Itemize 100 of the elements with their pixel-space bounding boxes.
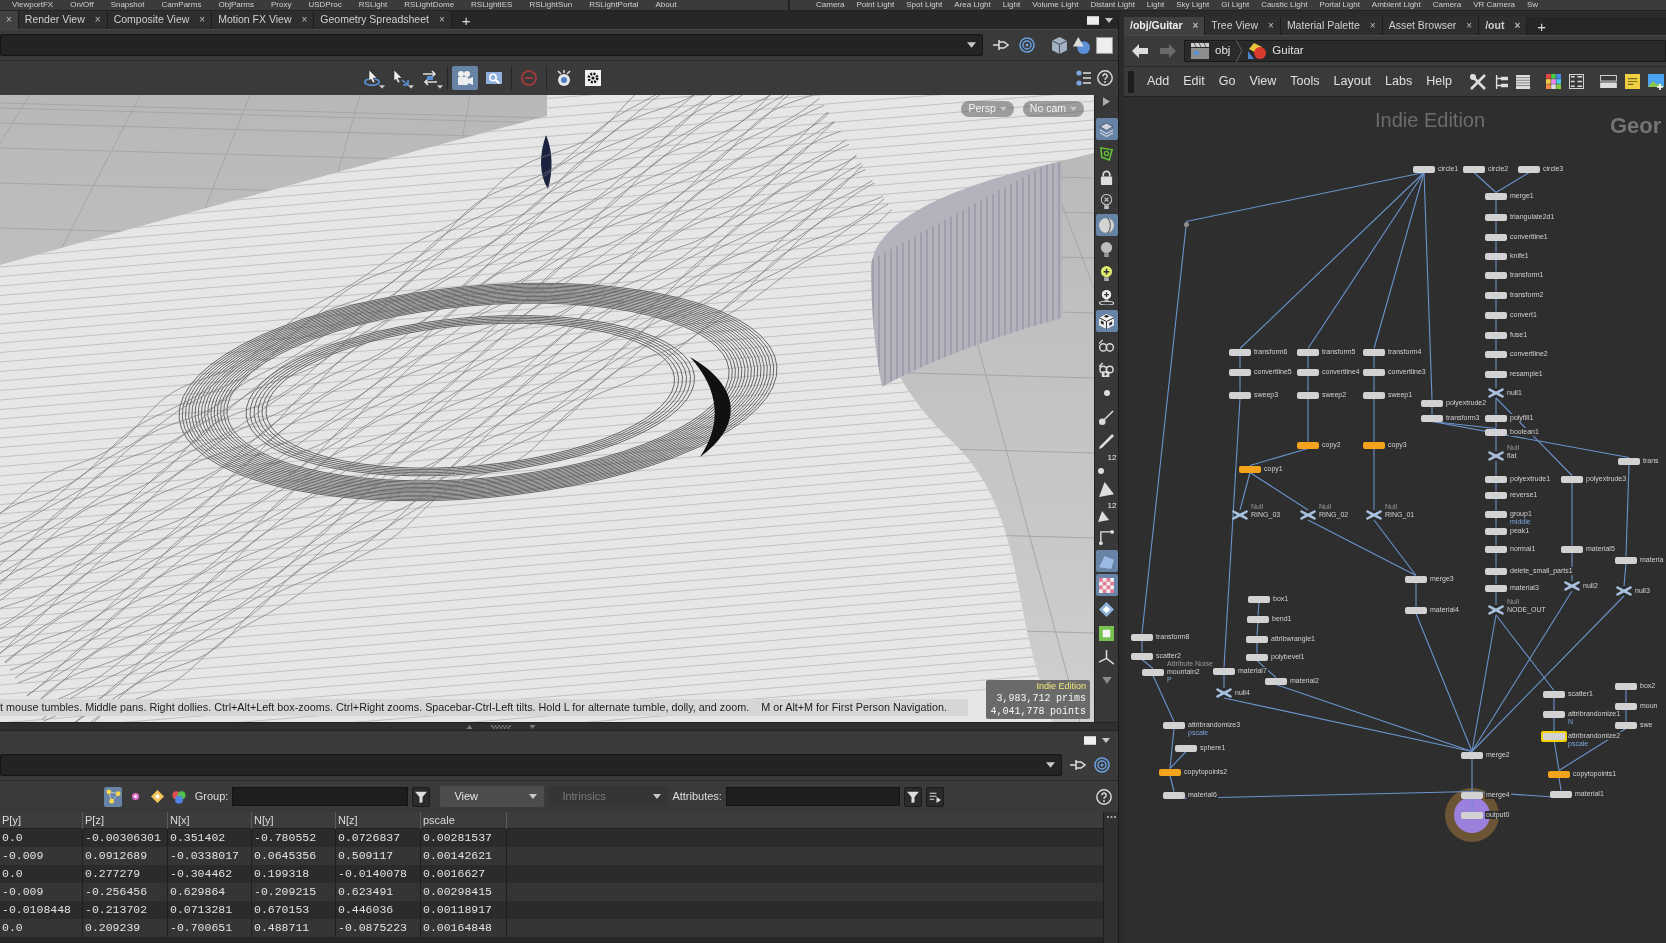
network-node[interactable] <box>1421 414 1443 422</box>
network-node[interactable] <box>1485 271 1507 279</box>
null-node[interactable] <box>1564 581 1580 591</box>
image-icon[interactable] <box>1647 73 1664 90</box>
network-node[interactable] <box>1405 575 1427 583</box>
network-node[interactable] <box>1485 350 1507 358</box>
add-tab-button[interactable]: + <box>461 12 471 28</box>
network-node[interactable] <box>1485 545 1507 553</box>
menu-item[interactable]: Add <box>1140 72 1177 91</box>
shelf-tool[interactable]: Camera <box>816 0 845 10</box>
help-icon[interactable] <box>1096 788 1112 805</box>
cube-icon[interactable] <box>1050 36 1068 54</box>
shelf-tool[interactable]: Volume Light <box>1032 0 1079 10</box>
tab[interactable]: Material Palette × <box>1280 17 1383 35</box>
network-node[interactable] <box>1615 702 1637 710</box>
shelf-tool[interactable]: RSLightIES <box>471 0 513 10</box>
shelf-tool[interactable]: Snapshot <box>110 0 145 10</box>
breadcrumb[interactable]: Guitar <box>1248 42 1304 60</box>
network-node[interactable] <box>1615 721 1637 729</box>
close-tab-button[interactable]: × <box>1466 21 1473 31</box>
pin-icon[interactable] <box>993 37 1009 53</box>
element-type-button[interactable] <box>104 786 122 807</box>
network-node[interactable] <box>1463 165 1485 173</box>
network-node[interactable] <box>1247 615 1269 623</box>
network-node[interactable] <box>1548 770 1570 778</box>
tab[interactable]: × <box>0 11 19 29</box>
tab[interactable]: Render View × <box>18 11 108 29</box>
network-node[interactable] <box>1518 165 1540 173</box>
shelf-tool[interactable]: RSLightDome <box>404 0 455 10</box>
close-tab-button[interactable]: × <box>1268 21 1274 31</box>
network-node[interactable] <box>1485 414 1507 422</box>
square-icon[interactable] <box>1095 36 1113 54</box>
caret-icon[interactable] <box>1102 738 1110 743</box>
shelf-tool[interactable]: Point Light <box>856 0 895 10</box>
shelf-tool[interactable]: Proxy <box>271 0 292 10</box>
network-node[interactable] <box>1485 491 1507 499</box>
attributes-field[interactable] <box>725 787 900 806</box>
network-node[interactable] <box>1485 527 1507 535</box>
network-node[interactable] <box>1615 556 1637 564</box>
null-node[interactable] <box>1616 586 1632 596</box>
view-tool-button[interactable] <box>1095 214 1118 236</box>
network-node[interactable] <box>1485 567 1507 575</box>
caret-icon[interactable] <box>1046 762 1055 768</box>
table-row[interactable]: -0.0108448 -0.213702 0.0713281 0.670153 0.446036 0.00118917 <box>0 901 1103 919</box>
network-node[interactable] <box>1461 751 1483 759</box>
view-tool-button[interactable] <box>1095 574 1118 596</box>
help-icon[interactable] <box>1096 70 1113 86</box>
shelf-tool[interactable]: Spot Light <box>906 0 943 10</box>
network-node[interactable] <box>1543 690 1565 698</box>
table-row[interactable]: 0.0 0.209239 -0.700651 0.488711 -0.0875223 0.00164848 <box>0 919 1103 937</box>
close-tab-button[interactable]: × <box>1192 21 1199 31</box>
scroll-down-icon[interactable] <box>1101 677 1112 684</box>
network-node[interactable] <box>1485 331 1507 339</box>
pane-layout-icon[interactable] <box>1087 15 1099 25</box>
network-node[interactable] <box>1485 213 1507 221</box>
caret-icon[interactable] <box>1104 17 1113 23</box>
network-node[interactable] <box>1550 790 1572 798</box>
null-node[interactable] <box>1232 510 1248 520</box>
menu-item[interactable]: Layout <box>1326 72 1379 91</box>
network-node[interactable] <box>1421 399 1443 407</box>
shelf-tool[interactable]: USDProc <box>308 0 342 10</box>
close-tab-button[interactable]: × <box>1514 21 1521 31</box>
collapse-down-icon[interactable] <box>529 724 536 729</box>
export-button[interactable] <box>925 786 944 807</box>
null-node[interactable] <box>1488 451 1504 461</box>
network-node[interactable] <box>1297 391 1319 399</box>
network-node[interactable] <box>1485 311 1507 319</box>
network-node[interactable] <box>1297 348 1319 356</box>
shelf-tool[interactable]: On/Off <box>70 0 94 10</box>
shelf-tool[interactable]: Portal Light <box>1319 0 1360 10</box>
close-tab-button[interactable]: × <box>301 15 308 25</box>
view-tool-button[interactable] <box>1095 310 1118 332</box>
menu-item[interactable]: View <box>1242 72 1284 91</box>
shelf-tool[interactable]: RSLightSun <box>529 0 573 10</box>
scroll-right-icon[interactable] <box>1103 97 1110 106</box>
scrollbar[interactable] <box>1103 812 1118 943</box>
close-tab-button[interactable]: × <box>94 15 101 25</box>
path-field[interactable] <box>0 34 983 56</box>
add-tab-button[interactable]: + <box>1537 18 1547 34</box>
network-node[interactable] <box>1363 391 1385 399</box>
network-node[interactable] <box>1159 768 1181 776</box>
network-node[interactable] <box>1541 730 1567 742</box>
network-node[interactable] <box>1229 391 1251 399</box>
shelf-tool[interactable]: Sw <box>1527 0 1539 10</box>
tab[interactable]: Motion FX View × <box>212 11 315 29</box>
null-node[interactable] <box>1216 688 1232 698</box>
network-node[interactable] <box>1297 441 1319 449</box>
shelf-tool[interactable]: Caustic Light <box>1261 0 1308 10</box>
null-node[interactable] <box>1488 605 1504 615</box>
tools-icon[interactable] <box>1469 73 1486 90</box>
network-node[interactable] <box>1615 682 1637 690</box>
filter-button[interactable] <box>903 786 922 807</box>
shelf-tool[interactable]: ObjParms <box>218 0 254 10</box>
network-node[interactable] <box>1413 165 1435 173</box>
shelf-tool[interactable]: Ambient Light <box>1371 0 1421 10</box>
shelf-tool[interactable]: GI Light <box>1221 0 1250 10</box>
network-node[interactable] <box>1265 677 1287 685</box>
network-node[interactable] <box>1485 475 1507 483</box>
null-node[interactable] <box>1488 388 1504 398</box>
network-node[interactable] <box>1163 791 1185 799</box>
